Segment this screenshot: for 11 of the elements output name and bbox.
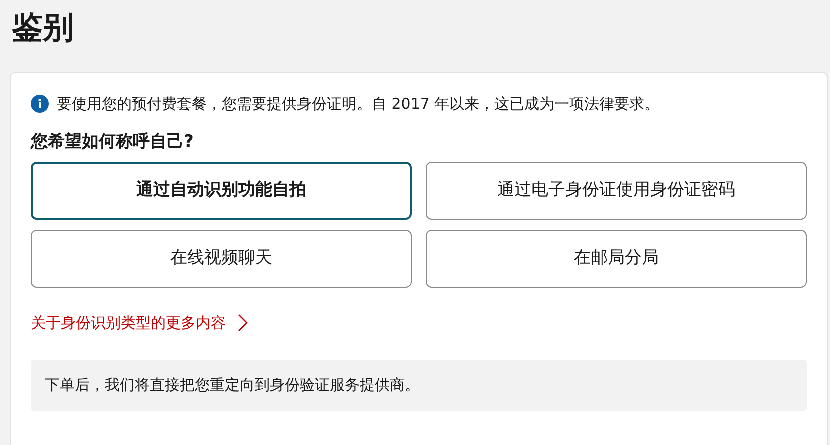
chevron-right-icon — [238, 314, 248, 332]
info-icon — [31, 95, 49, 114]
info-note: 下单后，我们将直接把您重定向到身份验证服务提供商。 — [31, 360, 807, 410]
question-label: 您希望如何称呼自己? — [31, 130, 194, 154]
option-button[interactable]: 在邮局分局 — [426, 230, 807, 288]
more-info-link[interactable]: 关于身份识别类型的更多内容 — [31, 312, 226, 334]
notice-text: 要使用您的预付费套餐，您需要提供身份证明。自 2017 年以来，这已成为一项法律要求。 — [57, 94, 660, 115]
page-title: 鉴别 — [12, 9, 74, 48]
option-button[interactable]: 通过电子身份证使用身份证密码 — [426, 162, 807, 220]
option-button[interactable]: 通过自动识别功能自拍 — [31, 162, 412, 220]
option-button[interactable]: 在线视频聊天 — [31, 230, 412, 288]
